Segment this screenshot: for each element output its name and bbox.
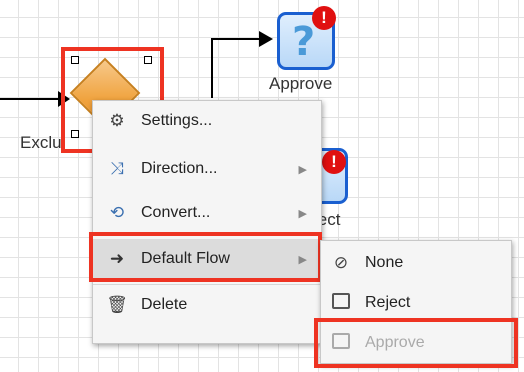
trash-icon: 🗑 [106,295,128,314]
submenu-item-none-label: None [365,254,404,271]
approve-flow-arrowhead [259,31,273,47]
shuffle-icon: ⤨ [110,159,124,178]
submenu-arrow-icon: ▶ [298,163,307,176]
submenu-item-reject[interactable]: Reject [321,283,511,323]
reject-alert-icon: ! [322,150,346,174]
menu-item-delete-label: Delete [141,296,188,313]
incoming-flow-line[interactable] [0,98,62,100]
menu-item-settings-label: Settings... [141,112,213,129]
approve-task-label: Approve [269,74,333,93]
submenu-item-reject-label: Reject [365,294,411,311]
context-menu: ⚙ Settings... ⤨ Direction... ▶ ⟲ Convert… [92,100,322,344]
approve-alert-icon: ! [312,6,336,30]
menu-item-convert-label: Convert... [141,204,211,221]
default-flow-highlight-box [89,232,322,282]
menu-item-direction-label: Direction... [141,160,218,177]
approve-flow-horizontal-line[interactable] [211,38,263,40]
menu-item-settings[interactable]: ⚙ Settings... [93,101,321,141]
checkbox-icon [327,292,355,314]
menu-item-delete[interactable]: 🗑 Delete [93,285,321,325]
convert-icon: ⟲ [109,203,125,222]
approve-flow-vertical-line[interactable] [211,38,213,98]
submenu-arrow-icon: ▶ [298,207,307,220]
menu-item-convert[interactable]: ⟲ Convert... ▶ [93,193,321,233]
no-entry-icon: ⊘ [333,253,349,272]
gear-icon: ⚙ [109,111,125,130]
gateway-label: Exclu [20,133,62,152]
user-task-question-icon: ? [292,19,316,65]
menu-item-direction[interactable]: ⤨ Direction... ▶ [93,149,321,189]
approve-option-highlight-box [314,318,518,368]
submenu-item-none[interactable]: ⊘ None [321,243,511,283]
